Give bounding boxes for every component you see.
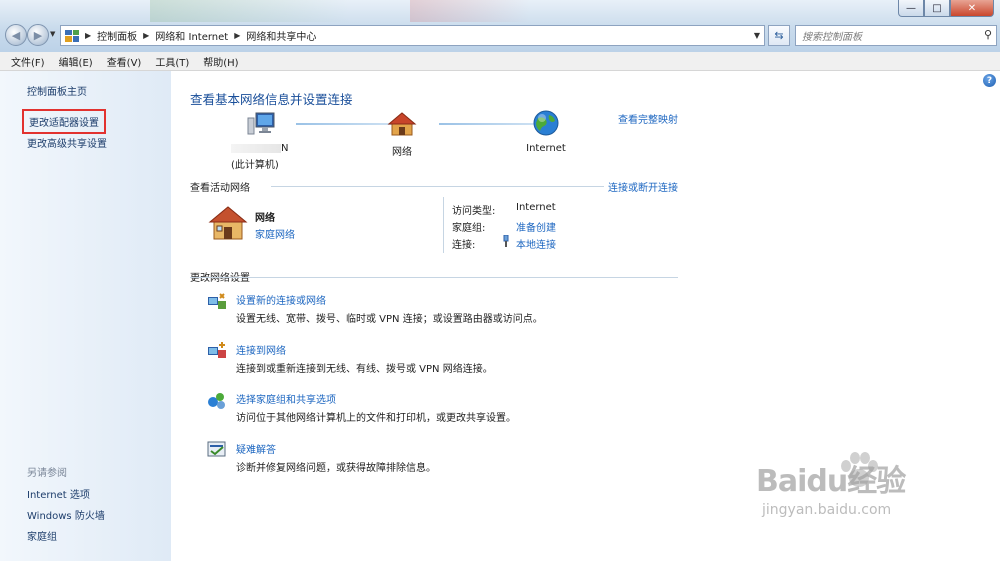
breadcrumb-separator-icon[interactable]: ▶ [85,31,91,40]
house-icon [387,112,417,136]
access-type-value: Internet [516,202,556,213]
search-icon[interactable]: ⚲ [984,28,992,41]
address-bar[interactable]: ▶ 控制面板 ▶ 网络和 Internet ▶ 网络和共享中心 ▼ [60,25,765,46]
desktop-background [150,0,350,22]
baidu-watermark: Baidu经验 jingyan.baidu.com [756,456,906,518]
full-map-link[interactable]: 查看完整映射 [618,111,678,126]
search-input[interactable]: 搜索控制面板 ⚲ [795,25,997,46]
active-networks-heading: 查看活动网络 [190,183,250,194]
control-panel-icon [65,29,79,42]
network-type-link[interactable]: 家庭网络 [255,226,295,241]
forward-button[interactable]: ▶ [27,24,49,46]
breadcrumb-network-internet[interactable]: 网络和 Internet [155,28,228,43]
map-connector-line [296,123,396,125]
connections-label: 连接: [452,240,476,251]
map-computer[interactable] [231,109,291,140]
sidebar-link-control-panel-home[interactable]: 控制面板主页 [27,83,87,98]
map-computer-label: N (此计算机) [231,143,301,171]
page-title: 查看基本网络信息并设置连接 [190,92,353,107]
sidebar-link-change-adapter-settings[interactable]: 更改适配器设置 [22,109,106,134]
watermark-url: jingyan.baidu.com [762,502,892,518]
sidebar-link-advanced-sharing[interactable]: 更改高级共享设置 [27,135,107,150]
new-connection-icon [208,293,226,309]
menu-bar: 文件(F) 编辑(E) 查看(V) 工具(T) 帮助(H) [0,52,1000,71]
sidebar-link-internet-options[interactable]: Internet 选项 [27,486,90,501]
troubleshoot-icon [207,441,226,457]
refresh-button[interactable]: ⇆ [768,25,790,46]
maximize-button[interactable]: □ [924,0,950,17]
back-button[interactable]: ◀ [5,24,27,46]
address-dropdown-icon[interactable]: ▼ [754,31,760,40]
task-setup-new-connection-desc: 设置无线、宽带、拨号、临时或 VPN 连接；或设置路由器或访问点。 [236,314,543,325]
minimize-button[interactable]: — [898,0,924,17]
task-homegroup-sharing-desc: 访问位于其他网络计算机上的文件和打印机，或更改共享设置。 [236,413,516,424]
map-network[interactable]: 网络 [386,111,418,158]
vertical-divider [443,197,444,253]
sidebar: 控制面板主页 更改适配器设置 更改高级共享设置 另请参阅 Internet 选项… [0,71,171,561]
watermark-brand: Baidu经验 [756,464,906,499]
menu-help[interactable]: 帮助(H) [196,54,245,69]
map-network-label: 网络 [392,147,412,158]
task-homegroup-sharing[interactable]: 选择家庭组和共享选项 [236,391,336,406]
computer-sub-label: (此计算机) [231,160,279,171]
computer-name: N [281,143,289,154]
redacted-name [231,144,281,153]
navigation-row: ◀ ▶ ▼ ▶ 控制面板 ▶ 网络和 Internet ▶ 网络和共享中心 ▼ … [0,22,1000,48]
sidebar-link-windows-firewall[interactable]: Windows 防火墙 [27,507,105,522]
access-type-label: 访问类型: [452,206,496,217]
local-connection-link[interactable]: 本地连接 [516,236,556,251]
window-controls: — □ ✕ [898,0,994,17]
homegroup-link[interactable]: 准备创建 [516,219,556,234]
search-placeholder: 搜索控制面板 [802,32,862,43]
window-chrome: — □ ✕ ◀ ▶ ▼ ▶ 控制面板 ▶ 网络和 Internet ▶ 网络和共… [0,0,1000,52]
menu-tools[interactable]: 工具(T) [148,54,196,69]
ethernet-icon [502,234,510,250]
task-troubleshoot[interactable]: 疑难解答 [236,441,276,456]
connect-disconnect-link[interactable]: 连接或断开连接 [608,179,678,194]
breadcrumb-separator-icon[interactable]: ▶ [234,31,240,40]
help-icon[interactable]: ? [983,74,996,87]
map-internet-label: Internet [526,143,566,154]
connect-network-icon [208,342,226,358]
task-setup-new-connection[interactable]: 设置新的连接或网络 [236,292,326,307]
menu-edit[interactable]: 编辑(E) [52,54,100,69]
homegroup-label: 家庭组: [452,223,486,234]
task-connect-to-network[interactable]: 连接到网络 [236,342,286,357]
map-internet[interactable]: Internet [521,109,571,154]
menu-view[interactable]: 查看(V) [100,54,149,69]
breadcrumb-network-sharing-center[interactable]: 网络和共享中心 [246,28,316,43]
breadcrumb-separator-icon[interactable]: ▶ [143,31,149,40]
menu-file[interactable]: 文件(F) [4,54,52,69]
task-connect-to-network-desc: 连接到或重新连接到无线、有线、拨号或 VPN 网络连接。 [236,364,493,375]
computer-icon [247,112,275,135]
see-also-heading: 另请参阅 [27,468,67,479]
task-troubleshoot-desc: 诊断并修复网络问题，或获得故障排除信息。 [236,463,436,474]
globe-icon [533,110,559,136]
history-dropdown-icon[interactable]: ▼ [50,30,55,38]
desktop-background-accent [410,0,530,22]
section-divider [271,186,604,187]
homegroup-sharing-icon [208,393,225,409]
home-network-icon [208,206,248,240]
section-divider [190,277,678,278]
sidebar-link-homegroup[interactable]: 家庭组 [27,528,57,543]
breadcrumb-control-panel[interactable]: 控制面板 [97,28,137,43]
active-network-name: 网络 [255,213,275,224]
close-button[interactable]: ✕ [950,0,994,17]
